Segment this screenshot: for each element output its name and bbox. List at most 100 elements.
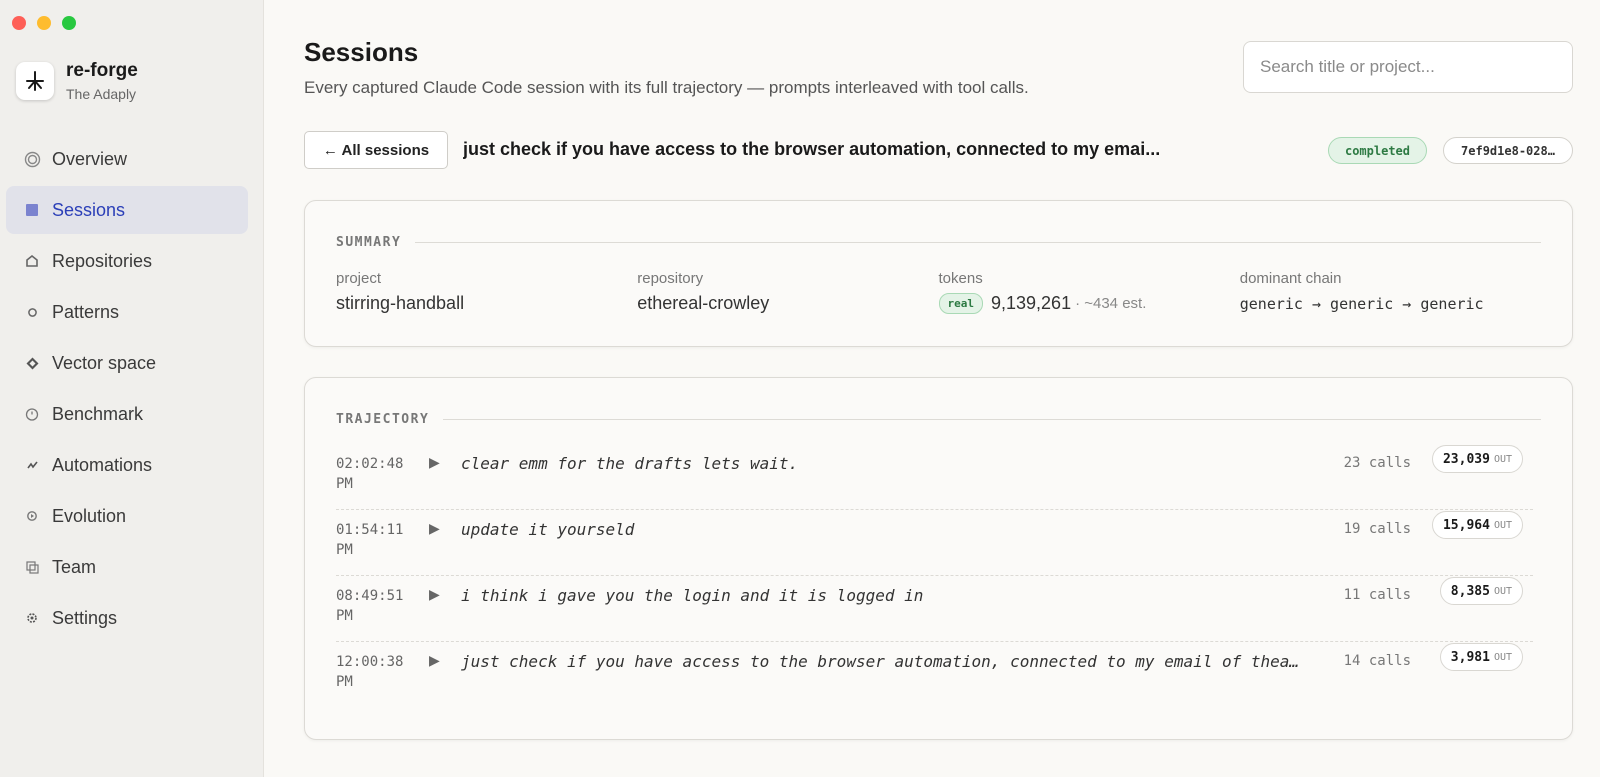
out-value: 8,385	[1450, 583, 1490, 599]
row-calls: 14 calls	[1343, 653, 1411, 669]
chain-label: dominant chain	[1239, 270, 1342, 287]
out-value: 3,981	[1450, 649, 1490, 665]
row-calls: 11 calls	[1343, 587, 1411, 603]
row-time: 08:49:51 PM	[336, 586, 416, 626]
row-out-tokens: 8,385 OUT	[1439, 577, 1523, 605]
sidebar-item-patterns[interactable]: Patterns	[6, 288, 248, 336]
out-value: 23,039	[1442, 451, 1490, 467]
row-time-ampm: PM	[336, 476, 353, 492]
summary-header: SUMMARY	[336, 235, 1541, 250]
project-label: project	[336, 270, 382, 287]
out-unit: OUT	[1493, 453, 1512, 465]
row-time-ampm: PM	[336, 674, 353, 690]
sidebar-item-settings[interactable]: Settings	[6, 594, 248, 642]
trajectory-row[interactable]: 02:02:48 PM ▶ clear emm for the drafts l…	[336, 444, 1533, 510]
sidebar-item-label: Repositories	[52, 250, 153, 271]
divider	[415, 242, 1541, 243]
row-time-ampm: PM	[336, 608, 353, 624]
lightning-icon	[20, 460, 44, 471]
summary-card: SUMMARY project stirring-handball reposi…	[304, 200, 1573, 347]
all-sessions-button[interactable]: ← All sessions	[304, 131, 448, 169]
trajectory-list: 02:02:48 PM ▶ clear emm for the drafts l…	[336, 444, 1533, 708]
summary-grid: project stirring-handball repository eth…	[336, 270, 1541, 314]
real-badge: real	[938, 293, 983, 314]
session-title: just check if you have access to the bro…	[463, 139, 1161, 159]
trajectory-header: TRAJECTORY	[336, 412, 1541, 427]
evolution-icon	[20, 510, 44, 522]
trajectory-row[interactable]: 01:54:11 PM ▶ update it yourseld 19 call…	[336, 510, 1533, 576]
maximize-window-button[interactable]	[62, 16, 76, 30]
sidebar-item-label: Team	[52, 556, 97, 577]
sidebar-item-sessions[interactable]: Sessions	[6, 186, 248, 234]
diamond-icon	[20, 357, 44, 370]
sidebar-item-label: Sessions	[52, 199, 126, 220]
sidebar-item-team[interactable]: Team	[6, 543, 248, 591]
out-value: 15,964	[1442, 517, 1490, 533]
gear-icon	[20, 612, 44, 624]
sidebar-item-label: Vector space	[52, 352, 157, 373]
summary-label: SUMMARY	[336, 235, 402, 250]
play-icon[interactable]: ▶	[429, 652, 440, 669]
search-input[interactable]	[1243, 41, 1573, 93]
status-badge: completed	[1328, 137, 1427, 164]
sidebar-item-automations[interactable]: Automations	[6, 441, 248, 489]
sidebar-item-label: Benchmark	[52, 403, 144, 424]
out-unit: OUT	[1493, 519, 1512, 531]
brand: re-forge The Adaply	[16, 60, 138, 102]
project-value: stirring-handball	[336, 293, 465, 313]
sidebar: re-forge The Adaply Overview Sessions Re…	[0, 0, 264, 777]
sidebar-item-benchmark[interactable]: Benchmark	[6, 390, 248, 438]
summary-chain: dominant chain generic → generic → gener…	[1240, 270, 1541, 314]
row-out-tokens: 23,039 OUT	[1431, 445, 1523, 473]
trajectory-label: TRAJECTORY	[336, 412, 430, 427]
row-prompt: update it yourseld	[461, 520, 635, 539]
row-time-hms: 01:54:11	[336, 522, 404, 538]
trajectory-row[interactable]: 12:00:38 PM ▶ just check if you have acc…	[336, 642, 1533, 708]
tokens-label: tokens	[938, 270, 983, 287]
tokens-row: real 9,139,261 · ~434 est.	[938, 293, 1240, 314]
sidebar-item-vector-space[interactable]: Vector space	[6, 339, 248, 387]
org-name: The Adaply	[66, 86, 137, 102]
page-title: Sessions	[304, 37, 419, 67]
summary-project: project stirring-handball	[336, 270, 637, 314]
minimize-window-button[interactable]	[37, 16, 51, 30]
chain-value: generic → generic → generic	[1239, 295, 1484, 313]
trajectory-row[interactable]: 08:49:51 PM ▶ i think i gave you the log…	[336, 576, 1533, 642]
repository-label: repository	[637, 270, 704, 287]
close-window-button[interactable]	[12, 16, 26, 30]
sidebar-item-label: Evolution	[52, 505, 127, 526]
row-time: 02:02:48 PM	[336, 454, 416, 494]
sidebar-item-label: Settings	[52, 607, 118, 628]
row-time-ampm: PM	[336, 542, 353, 558]
row-time-hms: 12:00:38	[336, 654, 404, 670]
play-icon[interactable]: ▶	[429, 454, 440, 471]
sidebar-item-evolution[interactable]: Evolution	[6, 492, 248, 540]
row-time-hms: 02:02:48	[336, 456, 404, 472]
row-out-tokens: 15,964 OUT	[1431, 511, 1523, 539]
app-name: re-forge	[66, 60, 138, 81]
tokens-estimate: · ~434 est.	[1075, 295, 1147, 312]
anvil-logo-icon	[16, 62, 54, 100]
play-icon[interactable]: ▶	[429, 586, 440, 603]
sidebar-item-overview[interactable]: Overview	[6, 135, 248, 183]
summary-tokens: tokens real 9,139,261 · ~434 est.	[938, 270, 1240, 314]
out-unit: OUT	[1493, 651, 1512, 663]
row-calls: 19 calls	[1343, 521, 1411, 537]
window-controls	[12, 16, 76, 30]
trajectory-card: TRAJECTORY 02:02:48 PM ▶ clear emm for t…	[304, 377, 1573, 740]
tokens-value: 9,139,261	[991, 293, 1072, 313]
sidebar-item-repositories[interactable]: Repositories	[6, 237, 248, 285]
play-icon[interactable]: ▶	[429, 520, 440, 537]
sidebar-item-label: Automations	[52, 454, 153, 475]
circle-target-icon	[20, 151, 44, 168]
row-time: 12:00:38 PM	[336, 652, 416, 692]
out-unit: OUT	[1493, 585, 1512, 597]
row-out-tokens: 3,981 OUT	[1439, 643, 1523, 671]
row-time-hms: 08:49:51	[336, 588, 404, 604]
row-calls: 23 calls	[1343, 455, 1411, 471]
list-square-icon	[20, 203, 44, 217]
session-id-chip[interactable]: 7ef9d1e8-028…	[1443, 137, 1573, 164]
row-prompt: clear emm for the drafts lets wait.	[461, 454, 799, 473]
stopwatch-icon	[20, 407, 44, 421]
summary-repository: repository ethereal-crowley	[637, 270, 938, 314]
